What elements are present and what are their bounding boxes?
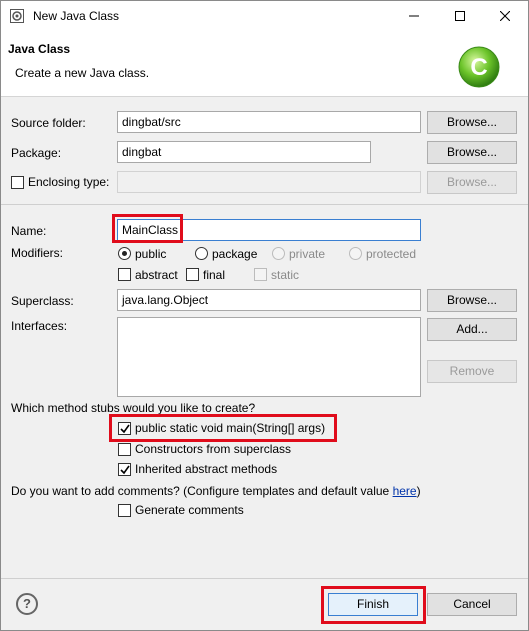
superclass-browse-button[interactable]: Browse... [427, 289, 517, 312]
help-icon[interactable]: ? [16, 593, 38, 615]
modifier-final-label: final [203, 268, 226, 282]
interfaces-label: Interfaces: [11, 319, 68, 333]
close-button[interactable] [482, 1, 528, 31]
modifier-static-label: static [271, 268, 300, 282]
main-method-highlight [109, 414, 337, 442]
superclass-field[interactable]: java.lang.Object [117, 289, 421, 311]
finish-button-highlight [321, 586, 426, 624]
minimize-button[interactable] [391, 1, 437, 31]
remove-interface-button: Remove [427, 360, 517, 383]
name-label: Name: [11, 224, 47, 238]
generate-comments-checkbox[interactable] [118, 504, 131, 517]
class-name-highlight [112, 214, 183, 243]
maximize-button[interactable] [437, 1, 483, 31]
eclipse-app-icon [10, 9, 24, 23]
cancel-button[interactable]: Cancel [427, 593, 517, 616]
window-title: New Java Class [33, 9, 120, 23]
close-icon [500, 11, 510, 21]
modifier-static-checkbox [254, 268, 267, 281]
superclass-label: Superclass: [11, 294, 74, 308]
interfaces-list[interactable] [117, 317, 421, 397]
modifier-protected-radio [349, 247, 362, 260]
new-java-class-dialog: New Java Class Java Class Create a new J… [0, 0, 529, 631]
wizard-header: Java Class Create a new Java class. C [1, 31, 528, 97]
package-label: Package: [11, 146, 62, 160]
wizard-title: Java Class [8, 42, 71, 56]
modifier-private-label: private [289, 247, 326, 261]
checkmark-icon [120, 465, 130, 475]
inherited-abstract-label: Inherited abstract methods [135, 462, 278, 476]
minimize-icon [409, 15, 419, 17]
wizard-description: Create a new Java class. [15, 66, 150, 80]
constructors-checkbox[interactable] [118, 443, 131, 456]
modifier-package-label: package [212, 247, 258, 261]
enclosing-type-browse-button: Browse... [427, 171, 517, 194]
modifier-protected-label: protected [366, 247, 417, 261]
generate-comments-label: Generate comments [135, 503, 244, 517]
modifier-public-label: public [135, 247, 167, 261]
source-folder-label: Source folder: [11, 116, 86, 130]
java-class-logo-icon: C [456, 43, 502, 89]
modifiers-label: Modifiers: [11, 246, 64, 260]
package-field[interactable]: dingbat [117, 141, 371, 163]
radio-selected-dot [122, 251, 127, 256]
enclosing-type-field [117, 171, 421, 193]
svg-text:C: C [470, 54, 487, 81]
constructors-label: Constructors from superclass [135, 442, 292, 456]
modifier-public-radio[interactable] [118, 247, 131, 260]
modifier-private-radio [272, 247, 285, 260]
enclosing-type-checkbox[interactable] [11, 176, 24, 189]
maximize-icon [455, 11, 465, 21]
method-stubs-question: Which method stubs would you like to cre… [11, 401, 256, 415]
inherited-abstract-checkbox[interactable] [118, 463, 131, 476]
modifier-package-radio[interactable] [195, 247, 208, 260]
title-bar: New Java Class [1, 1, 528, 31]
comments-question-end: ) [416, 484, 421, 498]
modifier-final-checkbox[interactable] [186, 268, 199, 281]
comments-question-text: Do you want to add comments? (Configure … [11, 484, 393, 498]
section-divider [1, 204, 528, 205]
footer-divider [1, 578, 528, 579]
comments-question: Do you want to add comments? (Configure … [11, 484, 421, 498]
source-folder-field[interactable]: dingbat/src [117, 111, 421, 133]
source-folder-browse-button[interactable]: Browse... [427, 111, 517, 134]
configure-templates-link[interactable]: here [393, 484, 417, 498]
add-interface-button[interactable]: Add... [427, 318, 517, 341]
modifier-abstract-label: abstract [135, 268, 178, 282]
modifier-abstract-checkbox[interactable] [118, 268, 131, 281]
enclosing-type-label: Enclosing type: [28, 175, 110, 189]
package-browse-button[interactable]: Browse... [427, 141, 517, 164]
